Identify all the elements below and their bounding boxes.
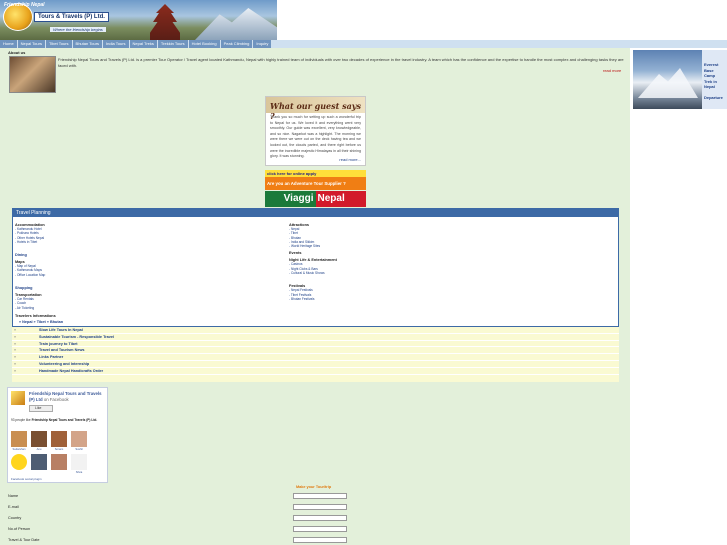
fan-avatar[interactable]	[51, 454, 67, 470]
nav-tibet-tours[interactable]: Tibet Tours	[45, 40, 73, 48]
nav-nepal-tours[interactable]: Nepal Tours	[17, 40, 46, 48]
about-photo	[9, 56, 56, 93]
fan-avatar[interactable]	[71, 431, 87, 447]
link-bhutan-festivals[interactable]: - Bhutan Festivals	[289, 297, 569, 301]
guest-says-box: What our guest says ? Thank you so much …	[265, 96, 366, 166]
about-title: About us	[8, 50, 26, 55]
bullet-icon: »	[14, 348, 17, 353]
link-handicrafts[interactable]: » Handmade Nepal Handicrafts Order	[12, 368, 619, 375]
everest-caption[interactable]: Everest Base Camp Trek in Nepal Departure	[704, 62, 724, 101]
link-label: Volunteering and Internship	[39, 361, 90, 366]
link-label: Train journey to Tibet	[39, 341, 78, 346]
nav-inquiry[interactable]: Inquiry	[253, 40, 273, 48]
guest-read-more-link[interactable]: read more...	[339, 157, 361, 162]
link-train-tibet[interactable]: » Train journey to Tibet	[12, 341, 619, 348]
supplier-banner[interactable]: Are you an Adventure Tour Supplier ?	[265, 177, 366, 190]
bullet-icon: »	[14, 341, 17, 346]
facebook-page-name[interactable]: Friendship Nepal Tours and Travels (P) L…	[29, 391, 107, 402]
trip-form-title: Make your Tour/trip	[296, 485, 332, 489]
fan-avatar[interactable]	[71, 454, 87, 470]
link-label: Handmade Nepal Handicrafts Order	[39, 368, 104, 373]
site-header: Friendship Nepal Tours & Travels (P) Ltd…	[0, 0, 727, 40]
about-read-more-link[interactable]: read more	[603, 68, 621, 73]
guest-says-heading: What our guest says ?	[266, 97, 365, 121]
travel-planning-title: Travel Planning	[13, 209, 618, 217]
travelers-info-title: Travelers Informations	[15, 314, 56, 318]
bullet-icon: »	[14, 328, 17, 332]
link-label: Links Partner	[39, 355, 64, 360]
everest-image[interactable]	[633, 50, 702, 109]
brand-tagline: Where the friendship begins	[50, 27, 106, 32]
bullet-icon: »	[14, 355, 17, 360]
main-nav: Home Nepal Tours Tibet Tours Bhutan Tour…	[0, 40, 727, 48]
link-world-heritage[interactable]: - World Heritage Sites	[289, 244, 569, 248]
travel-planning-panel: Travel Planning Accommodation - Kathmand…	[12, 208, 619, 327]
facebook-page-avatar[interactable]	[11, 391, 25, 405]
viaggi-text: Viaggi	[265, 191, 316, 207]
travel-planning-right-column: Attractions - Nepal - Tibet - Bhutan - I…	[289, 220, 569, 301]
name-field[interactable]	[293, 493, 347, 499]
pagoda-image	[150, 4, 180, 40]
travel-planning-left-column: Accommodation - Kathmandu Hotel - Pokhar…	[15, 220, 295, 310]
label-tour-date: Travel & Tour Date	[8, 538, 40, 542]
fan-name[interactable]: Anu	[30, 448, 48, 451]
fan-avatar[interactable]	[31, 454, 47, 470]
facebook-like-box: Friendship Nepal Tours and Travels (P) L…	[7, 387, 108, 483]
nav-nepal-treks[interactable]: Nepal Treks	[129, 40, 158, 48]
section-dining[interactable]: Dining	[15, 253, 295, 257]
fan-avatar[interactable]	[51, 431, 67, 447]
section-events[interactable]: Events	[289, 251, 569, 255]
link-label: Travel and Tourism News	[39, 348, 85, 353]
header-banner[interactable]: Friendship Nepal Tours & Travels (P) Ltd…	[0, 0, 277, 40]
link-tourism-news[interactable]: » Travel and Tourism News	[12, 347, 619, 355]
nav-home[interactable]: Home	[0, 40, 18, 48]
smiley-avatar[interactable]	[11, 454, 27, 470]
about-text: Friendship Nepal Tours and Travels (P) L…	[58, 57, 624, 68]
persons-field[interactable]	[293, 526, 347, 532]
link-air-ticketing[interactable]: - Air Ticketing	[15, 306, 295, 310]
nav-peak-climbing[interactable]: Peak Climbing	[220, 40, 254, 48]
country-field[interactable]	[293, 515, 347, 521]
featured-links-list: » Slow Life Tours In Nepal » Sustainable T…	[12, 327, 619, 382]
travelers-info-links[interactable]: » Nepal » Tibet » Bhutan	[19, 320, 63, 324]
fan-name[interactable]: Sudarshan	[10, 448, 28, 451]
nav-hotel-booking[interactable]: Hotel Booking	[188, 40, 221, 48]
right-sidebar: Everest Base Camp Trek in Nepal Departure	[630, 48, 727, 545]
label-name: Name	[8, 494, 19, 498]
mountain-image	[195, 8, 277, 40]
guest-testimonial: Thank you so much for setting up such a …	[270, 115, 361, 159]
email-field[interactable]	[293, 504, 347, 510]
viaggi-nepal-banner[interactable]: Viaggi Nepal	[265, 191, 366, 207]
fan-name[interactable]: Sushil	[70, 448, 88, 451]
tour-date-field[interactable]	[293, 537, 347, 543]
section-shopping[interactable]: Shopping	[15, 286, 295, 290]
link-volunteering[interactable]: » Volunteering and Internship	[12, 361, 619, 368]
nav-trekking-tours[interactable]: Trekkin Tours	[157, 40, 189, 48]
facebook-plugin-label[interactable]: Facebook social plugin	[11, 477, 42, 481]
nav-bhutan-tours[interactable]: Bhutan Tours	[72, 40, 104, 48]
bullet-icon: »	[14, 334, 17, 339]
nav-india-tours[interactable]: India Tours	[103, 40, 130, 48]
bullet-icon: »	[14, 368, 17, 373]
label-persons: No.of Person	[8, 527, 31, 531]
nepal-text: Nepal	[315, 191, 366, 207]
bullet-icon: »	[14, 361, 17, 366]
label-email: E-mail	[8, 505, 19, 509]
label-country: Country	[8, 516, 22, 520]
link-label: Sustainable Tourism - Responsible Travel	[39, 334, 115, 339]
link-slow-life-tours[interactable]: » Slow Life Tours In Nepal	[12, 327, 619, 334]
fan-avatar[interactable]	[31, 431, 47, 447]
fan-avatar[interactable]	[11, 431, 27, 447]
link-label: Slow Life Tours In Nepal	[39, 328, 83, 332]
online-apply-banner[interactable]: click here for online apply	[265, 170, 366, 177]
fan-name[interactable]: Silvia	[70, 471, 88, 474]
brand-title: Tours & Travels (P) Ltd.	[34, 12, 109, 22]
brand-name: Friendship Nepal	[4, 2, 45, 8]
facebook-like-button[interactable]: Like	[29, 405, 53, 412]
facebook-like-count: 93 people like Friendship Nepal Tours an…	[11, 418, 98, 422]
link-links-partner[interactable]: » Links Partner	[12, 354, 619, 361]
fan-name[interactable]: Sonam	[50, 448, 68, 451]
link-sustainable-tourism[interactable]: » Sustainable Tourism - Responsible Trave…	[12, 334, 619, 341]
